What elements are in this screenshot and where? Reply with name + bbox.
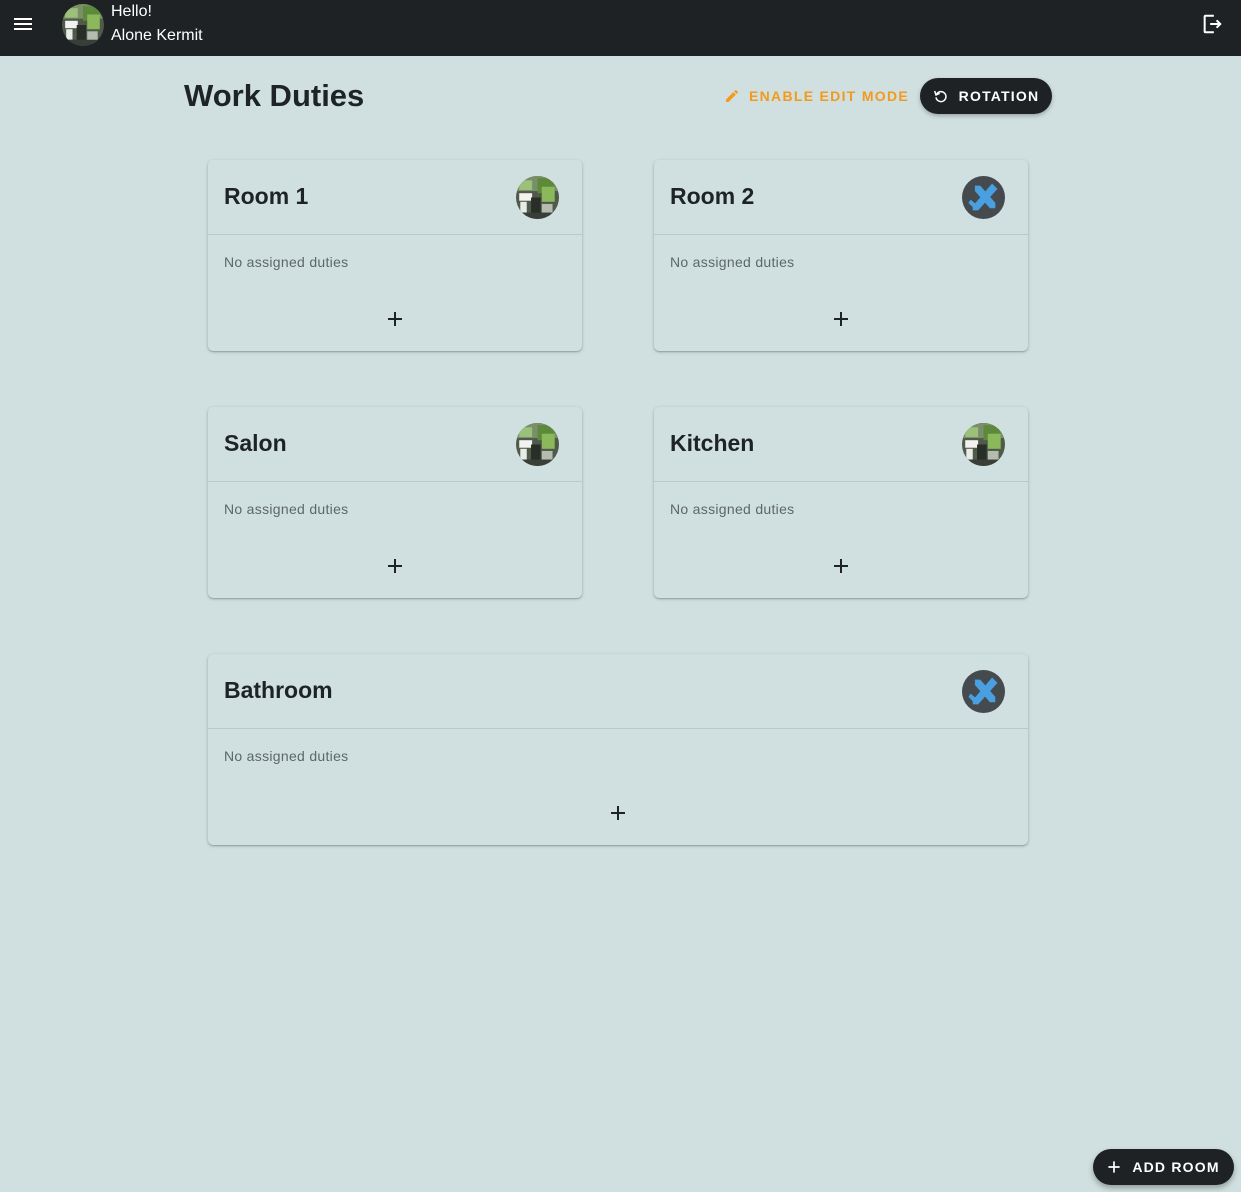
plus-icon (831, 309, 851, 329)
plus-icon (385, 556, 405, 576)
no-duties-text: No assigned duties (670, 501, 795, 517)
enable-edit-mode-button[interactable]: ENABLE EDIT MODE (712, 78, 921, 114)
room-card-header: Room 2 (654, 160, 1028, 235)
add-duty-button[interactable] (603, 798, 633, 828)
page-title: Work Duties (184, 78, 365, 113)
room-card-header: Kitchen (654, 407, 1028, 482)
add-room-button[interactable]: ADD ROOM (1093, 1149, 1234, 1185)
logout-icon (1203, 14, 1222, 34)
room-name: Room 1 (224, 183, 309, 209)
room-name: Kitchen (670, 430, 755, 456)
room-name: Bathroom (224, 677, 333, 703)
menu-icon (14, 18, 32, 30)
assignee-avatar[interactable] (962, 176, 1005, 219)
add-duty-button[interactable] (380, 304, 410, 334)
add-room-label: ADD ROOM (1132, 1159, 1220, 1175)
no-duties-text: No assigned duties (224, 748, 349, 764)
plus-icon (608, 803, 628, 823)
logout-button[interactable] (1196, 8, 1228, 40)
plus-icon (1108, 1161, 1120, 1173)
assignee-avatar[interactable] (516, 176, 559, 219)
rotate-icon (933, 90, 947, 103)
assignee-avatar[interactable] (516, 423, 559, 466)
no-duties-text: No assigned duties (224, 254, 349, 270)
top-app-bar: Hello! Alone Kermit (0, 0, 1241, 56)
room-card-room-2: Room 2 No assigned duties (654, 160, 1028, 351)
room-card-header: Salon (208, 407, 582, 482)
no-duties-text: No assigned duties (670, 254, 795, 270)
plus-icon (831, 556, 851, 576)
add-duty-button[interactable] (826, 551, 856, 581)
menu-button[interactable] (8, 9, 38, 39)
user-avatar[interactable] (62, 4, 104, 46)
room-card-header: Room 1 (208, 160, 582, 235)
plus-icon (385, 309, 405, 329)
room-card-bathroom: Bathroom No assigned duties (208, 654, 1028, 845)
user-name: Alone Kermit (111, 27, 203, 44)
room-card-kitchen: Kitchen No assigned duties (654, 407, 1028, 598)
add-duty-button[interactable] (380, 551, 410, 581)
rotation-button[interactable]: ROTATION (920, 78, 1052, 114)
no-duties-text: No assigned duties (224, 501, 349, 517)
room-name: Salon (224, 430, 287, 456)
rotation-label: ROTATION (958, 88, 1040, 104)
room-card-header: Bathroom (208, 654, 1028, 729)
greeting-text: Hello! (111, 3, 152, 20)
room-card-salon: Salon No assigned duties (208, 407, 582, 598)
room-card-room-1: Room 1 No assigned duties (208, 160, 582, 351)
room-name: Room 2 (670, 183, 755, 209)
add-duty-button[interactable] (826, 304, 856, 334)
pencil-icon (726, 90, 738, 102)
assignee-avatar[interactable] (962, 670, 1005, 713)
enable-edit-mode-label: ENABLE EDIT MODE (749, 88, 910, 104)
assignee-avatar[interactable] (962, 423, 1005, 466)
